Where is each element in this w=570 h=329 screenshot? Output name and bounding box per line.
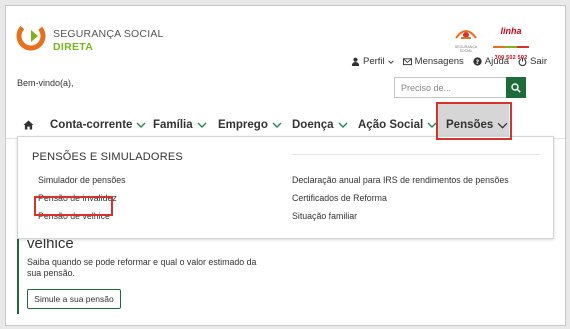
seg-logo-caption: SEGURANÇA SOCIAL [454, 45, 478, 53]
hero-description: Saiba quando se pode reformar e qual o v… [27, 257, 257, 278]
utility-links: Perfil Mensagens ? Ajuda Sair [351, 56, 547, 67]
nav-doenca[interactable]: Doença [292, 119, 348, 131]
nav-familia-label: Família [153, 119, 193, 131]
envelope-icon [402, 58, 412, 66]
nav-acao-social[interactable]: Ação Social [358, 119, 437, 131]
sair-label: Sair [530, 56, 547, 67]
home-icon[interactable] [23, 120, 34, 130]
coat-of-arms-icon [455, 30, 477, 39]
perfil-label: Perfil [363, 56, 385, 67]
nav-familia[interactable]: Família [153, 119, 207, 131]
ajuda-link[interactable]: ? Ajuda [473, 56, 509, 67]
ajuda-label: Ajuda [484, 56, 510, 67]
power-icon [518, 57, 527, 66]
search-button[interactable] [506, 77, 526, 98]
link-declaracao-irs[interactable]: Declaração anual para IRS de rendimentos… [292, 171, 509, 189]
dropdown-right-column: Declaração anual para IRS de rendimentos… [292, 171, 509, 225]
hero-accent-bar [17, 236, 19, 314]
search-icon [511, 82, 521, 93]
brand-line2: DIRETA [53, 41, 94, 53]
nav-emprego[interactable]: Emprego [218, 119, 282, 131]
nav-acao-social-label: Ação Social [358, 119, 424, 131]
link-certificados-reforma[interactable]: Certificados de Reforma [292, 189, 509, 207]
browser-page: SEGURANÇA SOCIAL DIRETA SEGURANÇA SOCIAL… [5, 5, 566, 326]
linha-stripe-icon [493, 46, 529, 48]
nav-emprego-label: Emprego [218, 119, 268, 131]
republic-seguranca-social-logo[interactable]: SEGURANÇA SOCIAL [452, 26, 480, 53]
simulate-pension-button[interactable]: Simule a sua pensão [27, 289, 121, 309]
pensao-velhice-highlight-box [34, 196, 113, 216]
nav-conta-corrente-label: Conta-corrente [50, 119, 133, 131]
pensoes-highlight-box [436, 102, 512, 140]
chevron-down-icon [338, 122, 348, 128]
chevron-down-icon [272, 122, 282, 128]
pensoes-dropdown-menu: PENSÕES E SIMULADORES Simulador de pensõ… [17, 136, 554, 239]
welcome-text: Bem-vindo(a), [17, 78, 74, 88]
nav-conta-corrente[interactable]: Conta-corrente [50, 119, 146, 131]
dropdown-title: PENSÕES E SIMULADORES [32, 151, 183, 163]
sair-link[interactable]: Sair [518, 56, 547, 67]
user-icon [351, 57, 360, 66]
help-icon: ? [473, 57, 482, 66]
nav-doenca-label: Doença [292, 119, 334, 131]
link-situacao-familiar[interactable]: Situação familiar [292, 207, 509, 225]
chevron-down-icon [136, 122, 146, 128]
search-input[interactable] [395, 78, 517, 98]
brand-name[interactable]: SEGURANÇA SOCIAL DIRETA [53, 28, 164, 53]
link-simulador-pensoes[interactable]: Simulador de pensões [38, 171, 126, 189]
dropdown-divider [292, 154, 540, 155]
svg-text:?: ? [475, 59, 479, 66]
mensagens-link[interactable]: Mensagens [402, 56, 464, 67]
chevron-down-icon [387, 59, 394, 64]
perfil-link[interactable]: Perfil [351, 56, 394, 67]
brand-line1: SEGURANÇA SOCIAL [53, 28, 164, 40]
chevron-down-icon [197, 122, 207, 128]
mensagens-label: Mensagens [414, 56, 464, 67]
seguranca-social-logo-icon[interactable] [16, 21, 46, 51]
linha-word: linha [500, 26, 522, 36]
